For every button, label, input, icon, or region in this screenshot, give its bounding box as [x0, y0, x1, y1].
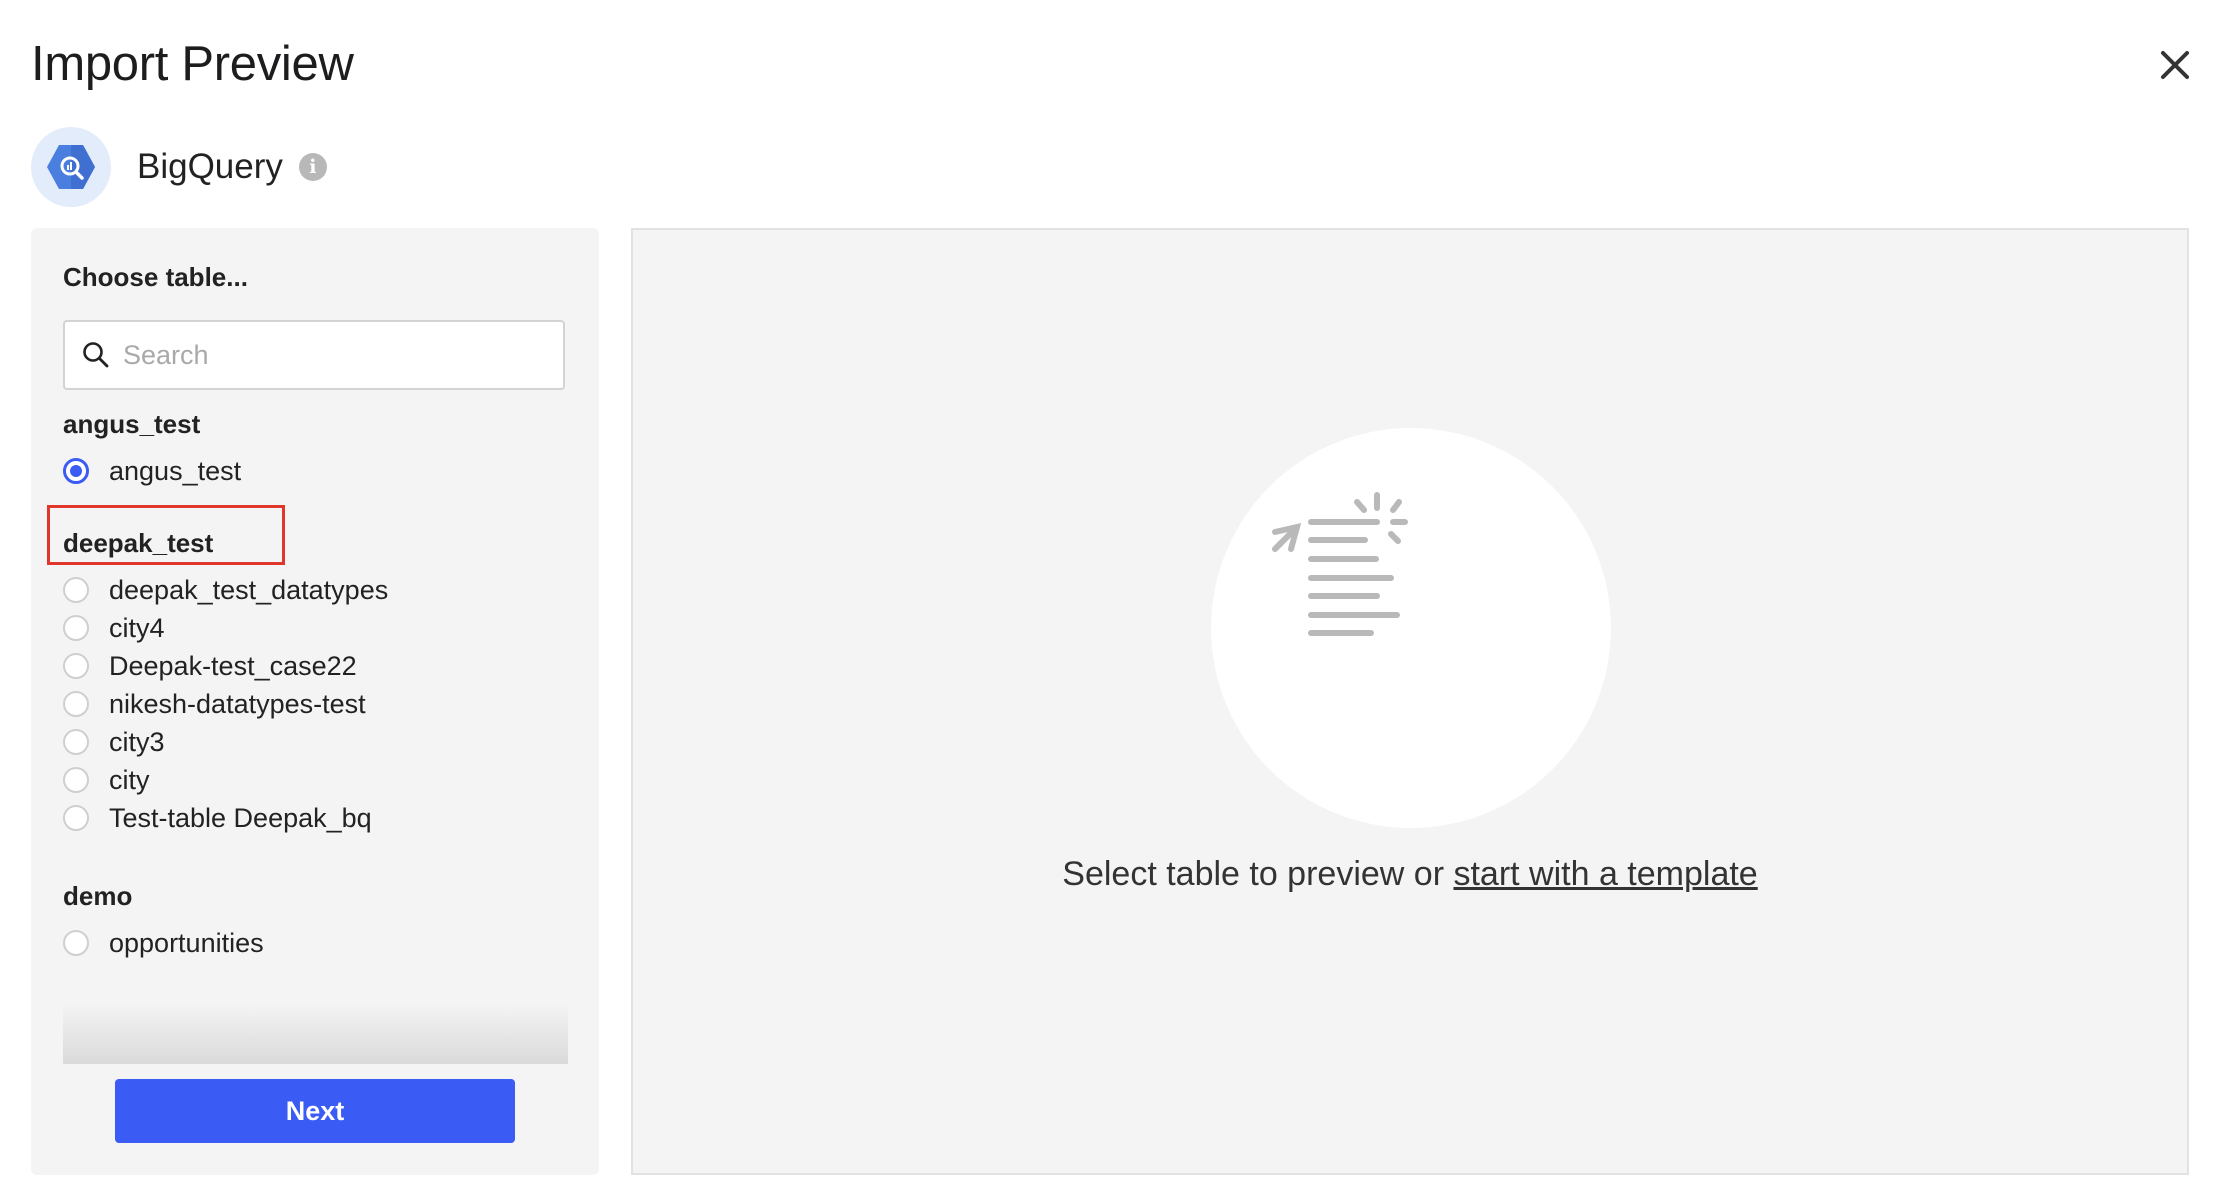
search-box[interactable] [63, 320, 565, 390]
table-option[interactable]: opportunities [63, 921, 264, 965]
start-template-link[interactable]: start with a template [1453, 855, 1757, 893]
radio-button[interactable] [63, 729, 89, 755]
radio-button[interactable] [63, 767, 89, 793]
radio-button[interactable] [63, 577, 89, 603]
preview-panel: Select table to preview or start with a … [631, 228, 2189, 1175]
table-option-label: city3 [109, 726, 165, 757]
radio-button[interactable] [63, 805, 89, 831]
source-name: BigQuery [137, 147, 283, 186]
radio-button[interactable] [63, 691, 89, 717]
radio-button[interactable] [63, 930, 89, 956]
table-option-label: Test-table Deepak_bq [109, 802, 372, 833]
table-option-angus-test[interactable]: angus_test [63, 449, 241, 493]
table-option[interactable]: Test-table Deepak_bq [63, 796, 372, 840]
bigquery-logo-icon [31, 127, 111, 207]
radio-selected[interactable] [63, 458, 89, 484]
close-icon [2161, 51, 2189, 79]
choose-table-heading: Choose table... [63, 262, 248, 292]
source-header: BigQuery i [31, 127, 327, 207]
next-button[interactable]: Next [115, 1079, 515, 1143]
dialog-title: Import Preview [31, 37, 354, 91]
table-option-label: opportunities [109, 927, 264, 958]
table-chooser-panel: Choose table... angus_test angus_test de… [31, 228, 599, 1175]
table-option-label: angus_test [109, 455, 242, 486]
radio-button[interactable] [63, 615, 89, 641]
close-button[interactable] [2150, 40, 2200, 90]
table-option-label: Deepak-test_case22 [109, 650, 357, 681]
radio-button[interactable] [63, 653, 89, 679]
table-option-label: deepak_test_datatypes [109, 574, 389, 605]
table-option-label: city [109, 764, 150, 795]
search-input[interactable] [121, 338, 545, 372]
table-option-label: city4 [109, 612, 165, 643]
document-send-icon [1272, 492, 1408, 636]
table-list[interactable]: angus_test angus_test deepak_test deepak… [31, 403, 599, 1063]
group-heading-angus-test: angus_test [63, 409, 201, 439]
table-option-label: nikesh-datatypes-test [109, 688, 366, 719]
empty-state-illustration [1211, 428, 1611, 828]
group-heading-demo: demo [63, 881, 133, 911]
search-icon [83, 342, 109, 368]
group-heading-deepak-test: deepak_test [63, 528, 214, 558]
empty-state-prefix: Select table to preview or [1062, 855, 1454, 893]
info-icon[interactable]: i [298, 153, 327, 181]
empty-state-message: Select table to preview or start with a … [633, 855, 2187, 894]
